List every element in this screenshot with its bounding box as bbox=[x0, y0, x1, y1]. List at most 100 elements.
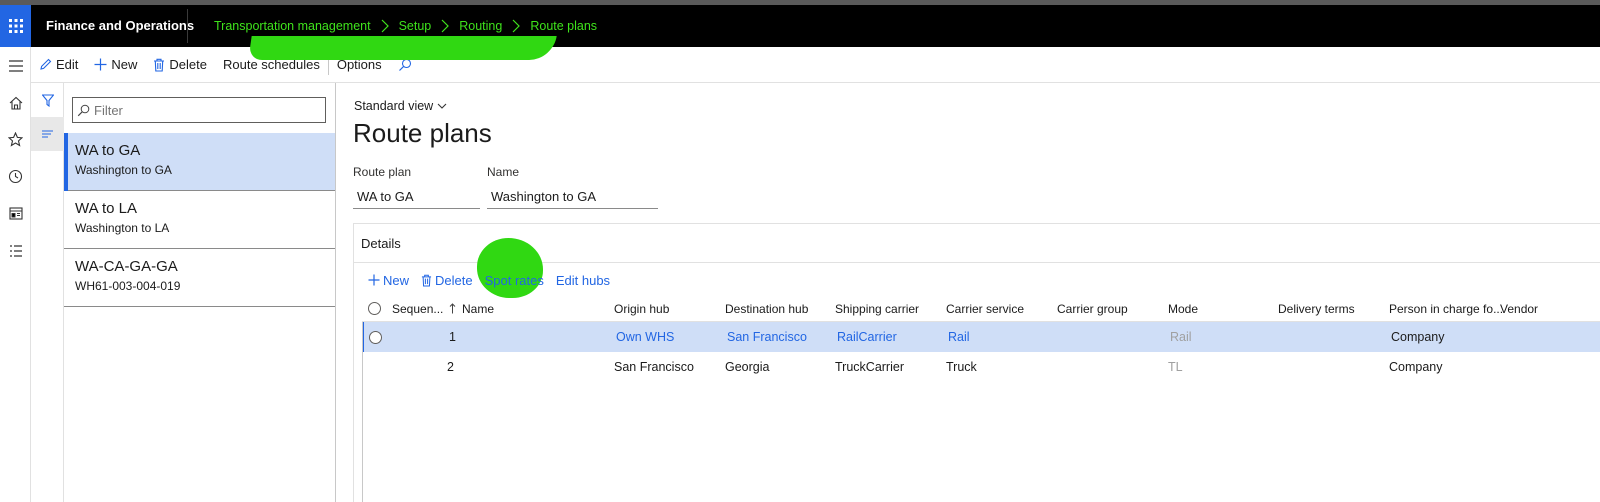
column-header-delivery-terms[interactable]: Delivery terms bbox=[1278, 296, 1355, 321]
grid-new-button[interactable]: New bbox=[362, 273, 415, 288]
left-navigation bbox=[0, 47, 31, 502]
column-header-sequence[interactable]: Sequen... bbox=[392, 296, 456, 321]
column-header-shipping-carrier[interactable]: Shipping carrier bbox=[835, 296, 919, 321]
radio-circle bbox=[367, 302, 381, 315]
edit-hubs-label: Edit hubs bbox=[555, 272, 611, 288]
list-item-subtitle: Washington to LA bbox=[75, 221, 170, 235]
grid-delete-label: Delete bbox=[435, 272, 473, 288]
name-field[interactable]: Washington to GA bbox=[487, 185, 658, 209]
table-row[interactable]: 2 San Francisco Georgia TruckCarrier Tru… bbox=[362, 352, 1600, 382]
row-select-radio[interactable] bbox=[364, 322, 386, 352]
page-title: Route plans bbox=[353, 118, 492, 148]
chevron-right-icon bbox=[502, 19, 530, 33]
details-fasttab: Details New Delete Spot rates Edit hubs bbox=[353, 223, 1600, 502]
breadcrumb-item-routing[interactable]: Routing bbox=[459, 19, 502, 33]
delete-button[interactable]: Delete bbox=[145, 47, 215, 83]
route-plan-label: Route plan bbox=[353, 165, 412, 179]
home-icon bbox=[9, 96, 22, 110]
details-header[interactable]: Details bbox=[361, 236, 401, 251]
top-navigation-bar: Finance and Operations Transportation ma… bbox=[0, 5, 1600, 47]
column-header-name[interactable]: Name bbox=[462, 296, 494, 321]
breadcrumb-item-transportation-management[interactable]: Transportation management bbox=[214, 19, 371, 33]
nav-workspaces-button[interactable] bbox=[0, 195, 31, 232]
column-header-vendor[interactable]: Vendor bbox=[1500, 296, 1538, 321]
cell-sequence[interactable]: 1 bbox=[394, 322, 456, 352]
cell-person-in-charge[interactable]: Company bbox=[1391, 322, 1445, 352]
cell-origin-hub[interactable]: San Francisco bbox=[614, 352, 694, 382]
cell-person-in-charge[interactable]: Company bbox=[1389, 352, 1443, 382]
trash-icon bbox=[421, 274, 432, 287]
select-all-radio[interactable] bbox=[362, 296, 386, 321]
edit-hubs-button[interactable]: Edit hubs bbox=[550, 273, 616, 288]
cell-destination-hub[interactable]: San Francisco bbox=[727, 322, 807, 352]
edit-button[interactable]: Edit bbox=[31, 47, 86, 83]
edit-button-label: Edit bbox=[56, 57, 79, 72]
view-selector-label: Standard view bbox=[354, 99, 434, 113]
radio-circle bbox=[368, 330, 382, 344]
list-item-subtitle: Washington to GA bbox=[75, 163, 172, 177]
route-segments-grid: Sequen... Name Origin hub Destination hu… bbox=[362, 296, 1600, 382]
cell-sequence[interactable]: 2 bbox=[392, 352, 454, 382]
column-header-destination-hub[interactable]: Destination hub bbox=[725, 296, 808, 321]
app-title[interactable]: Finance and Operations bbox=[46, 5, 194, 47]
workspace-icon bbox=[8, 207, 23, 220]
table-row[interactable]: 1 Own WHS San Francisco RailCarrier Rail… bbox=[362, 322, 1600, 352]
filter-pane-toolbar bbox=[31, 83, 64, 502]
nav-favorites-button[interactable] bbox=[0, 121, 31, 158]
chevron-down-icon bbox=[437, 103, 447, 109]
list-item-title: WA-CA-GA-GA bbox=[75, 258, 178, 275]
nav-recent-button[interactable] bbox=[0, 158, 31, 195]
clock-icon bbox=[8, 169, 23, 184]
column-header-carrier-group[interactable]: Carrier group bbox=[1057, 296, 1128, 321]
list-item[interactable]: WA to LA Washington to LA bbox=[64, 191, 335, 249]
show-list-button[interactable] bbox=[31, 117, 64, 151]
grid-action-bar: New Delete Spot rates Edit hubs bbox=[362, 266, 616, 294]
list-item-title: WA to LA bbox=[75, 200, 137, 217]
cell-origin-hub[interactable]: Own WHS bbox=[616, 322, 674, 352]
show-filters-button[interactable] bbox=[31, 83, 64, 117]
pencil-icon bbox=[40, 58, 52, 70]
route-plan-list-pane: WA to GA Washington to GA WA to LA Washi… bbox=[64, 83, 336, 502]
filter-box[interactable] bbox=[72, 97, 326, 123]
list-item-title: WA to GA bbox=[75, 142, 141, 159]
name-label: Name bbox=[487, 165, 520, 179]
grid-delete-button[interactable]: Delete bbox=[415, 273, 479, 288]
cell-mode[interactable]: Rail bbox=[1170, 322, 1192, 352]
new-button[interactable]: New bbox=[86, 47, 145, 83]
spot-rates-button[interactable]: Spot rates bbox=[479, 273, 550, 288]
cell-destination-hub[interactable]: Georgia bbox=[725, 352, 769, 382]
cell-carrier-service[interactable]: Truck bbox=[946, 352, 977, 382]
list-icon bbox=[9, 244, 22, 257]
column-header-mode[interactable]: Mode bbox=[1168, 296, 1198, 321]
filter-input[interactable] bbox=[94, 102, 314, 118]
details-area: Standard view Route plans Route plan WA … bbox=[336, 83, 1600, 502]
cell-shipping-carrier[interactable]: TruckCarrier bbox=[835, 352, 904, 382]
cell-shipping-carrier[interactable]: RailCarrier bbox=[837, 322, 897, 352]
grid-header-row: Sequen... Name Origin hub Destination hu… bbox=[362, 296, 1600, 322]
list-lines-icon bbox=[41, 130, 53, 138]
column-header-person-in-charge[interactable]: Person in charge fo... bbox=[1389, 296, 1503, 321]
cell-carrier-service[interactable]: Rail bbox=[948, 322, 970, 352]
breadcrumb-item-route-plans[interactable]: Route plans bbox=[530, 19, 597, 33]
nav-home-button[interactable] bbox=[0, 84, 31, 121]
column-header-origin-hub[interactable]: Origin hub bbox=[614, 296, 669, 321]
grid-left-border bbox=[362, 322, 363, 502]
list-item[interactable]: WA to GA Washington to GA bbox=[64, 133, 335, 191]
search-icon bbox=[77, 104, 90, 116]
row-select-area[interactable] bbox=[362, 352, 386, 382]
nav-menu-button[interactable] bbox=[0, 47, 31, 84]
funnel-icon bbox=[41, 93, 54, 107]
route-plan-field[interactable]: WA to GA bbox=[353, 185, 480, 209]
app-launcher-button[interactable] bbox=[0, 5, 31, 47]
view-selector[interactable]: Standard view bbox=[354, 99, 447, 113]
column-header-carrier-service[interactable]: Carrier service bbox=[946, 296, 1024, 321]
sort-ascending-icon bbox=[450, 303, 456, 314]
nav-modules-button[interactable] bbox=[0, 232, 31, 269]
chevron-right-icon bbox=[431, 19, 459, 33]
breadcrumb-item-setup[interactable]: Setup bbox=[399, 19, 432, 33]
list-item[interactable]: WA-CA-GA-GA WH61-003-004-019 bbox=[64, 249, 335, 307]
grid-new-label: New bbox=[383, 272, 410, 288]
cell-mode[interactable]: TL bbox=[1168, 352, 1183, 382]
trash-icon bbox=[154, 58, 165, 72]
column-header-sequence-label: Sequen... bbox=[392, 301, 444, 316]
